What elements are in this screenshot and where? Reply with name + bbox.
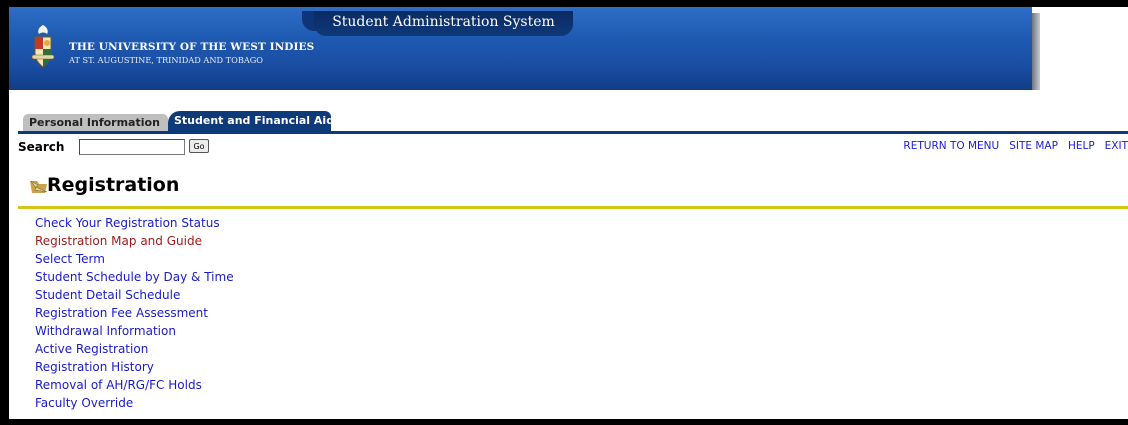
menu-item-select-term[interactable]: Select Term <box>35 250 234 268</box>
search-go-button[interactable]: Go <box>189 139 209 153</box>
menu-item-detail-schedule[interactable]: Student Detail Schedule <box>35 286 234 304</box>
menu-item-registration-map-guide[interactable]: Registration Map and Guide <box>35 232 234 250</box>
search-label: Search <box>18 140 65 154</box>
menu-item-active-registration[interactable]: Active Registration <box>35 340 234 358</box>
browser-page: Student Administration System THE UNIVER… <box>9 7 1128 419</box>
menu-item-removal-of-holds[interactable]: Removal of AH/RG/FC Holds <box>35 376 234 394</box>
help-link[interactable]: HELP <box>1068 140 1095 152</box>
university-crest-icon <box>31 25 55 68</box>
site-map-link[interactable]: SITE MAP <box>1009 140 1058 152</box>
search-input[interactable] <box>79 139 185 155</box>
tab-student-and-financial-aid[interactable]: Student and Financial Aid <box>168 111 334 131</box>
system-title: Student Administration System <box>332 14 555 30</box>
registration-menu: Check Your Registration Status Registrat… <box>35 214 234 412</box>
return-to-menu-link[interactable]: RETURN TO MENU <box>903 140 999 152</box>
title-divider <box>18 206 1128 209</box>
university-name: THE UNIVERSITY OF THE WEST INDIES <box>69 41 315 53</box>
menu-item-registration-history[interactable]: Registration History <box>35 358 234 376</box>
tab-underline <box>18 131 1128 134</box>
university-location: AT ST. AUGUSTINE, TRINIDAD AND TOBAGO <box>69 55 264 65</box>
header-banner: Student Administration System THE UNIVER… <box>9 7 1032 90</box>
top-links: RETURN TO MENU SITE MAP HELP EXIT <box>893 140 1128 152</box>
page-title: Registration <box>47 174 180 196</box>
menu-item-fee-assessment[interactable]: Registration Fee Assessment <box>35 304 234 322</box>
menu-item-faculty-override[interactable]: Faculty Override <box>35 394 234 412</box>
menu-item-check-registration-status[interactable]: Check Your Registration Status <box>35 214 234 232</box>
menu-item-schedule-by-day-time[interactable]: Student Schedule by Day & Time <box>35 268 234 286</box>
menu-item-withdrawal-information[interactable]: Withdrawal Information <box>35 322 234 340</box>
exit-link[interactable]: EXIT <box>1105 140 1128 152</box>
tab-personal-information[interactable]: Personal Information <box>23 114 168 131</box>
